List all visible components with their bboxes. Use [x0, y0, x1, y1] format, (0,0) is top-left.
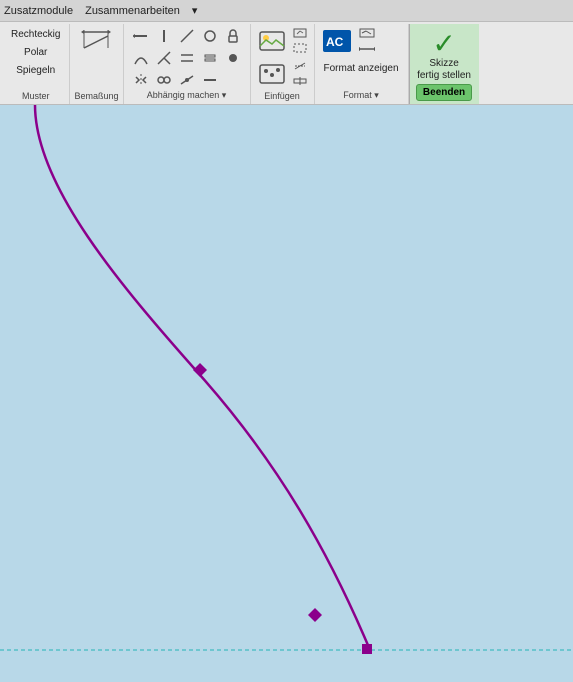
- punkte-extra-icon2: [293, 76, 307, 86]
- tangent-icon: [133, 50, 149, 66]
- bemassung-group: Bemaßung: [70, 24, 123, 104]
- constraint-btn-1[interactable]: [130, 26, 152, 46]
- constraint-btn-9[interactable]: [222, 48, 244, 68]
- skizze-group: ✓ Skizze fertig stellen Beenden: [409, 24, 479, 104]
- constraint-btn-11[interactable]: [199, 70, 221, 90]
- horizontal2-icon: [202, 72, 218, 88]
- nav-zusammenarbeiten[interactable]: Zusammenarbeiten: [85, 5, 180, 17]
- bemassung-label: Bemaßung: [74, 91, 118, 101]
- format-extra-icon1: [359, 28, 375, 38]
- punkte-btn[interactable]: [255, 61, 289, 87]
- rechteckig-btn[interactable]: Rechteckig: [6, 26, 65, 43]
- constraint-btn-4[interactable]: [199, 26, 221, 46]
- format-extra-icon2: [359, 44, 375, 54]
- collinear-icon: [179, 28, 195, 44]
- drawing-canvas: [0, 105, 573, 675]
- punkte-extra1[interactable]: [290, 59, 310, 73]
- acad-icon: AC: [322, 29, 352, 53]
- punkte-icon: [258, 63, 286, 85]
- constraint-btn-sym[interactable]: [130, 70, 152, 90]
- perpendicular-icon: [156, 50, 172, 66]
- skizze-check-icon: ✓: [432, 30, 455, 58]
- bild-extra1[interactable]: [290, 26, 310, 40]
- midpoint-icon: [179, 72, 195, 88]
- nav-zusatzmodule[interactable]: Zusatzmodule: [4, 5, 73, 17]
- einfuegen-label: Einfügen: [264, 91, 300, 101]
- muster-label: Muster: [22, 91, 50, 101]
- einfuegen-group: Einfügen: [251, 24, 315, 104]
- constraint-btn-6[interactable]: [153, 48, 175, 68]
- bemassung-icon: [80, 28, 112, 56]
- abhaengig-label: Abhängig machen ▾: [147, 90, 227, 101]
- nav-arrow[interactable]: ▾: [192, 4, 198, 17]
- constraint-btn-8[interactable]: [199, 48, 221, 68]
- nav-bar: Zusatzmodule Zusammenarbeiten ▾: [0, 0, 573, 22]
- muster-group: Rechteckig Polar Spiegeln Muster: [2, 24, 70, 104]
- bild-icon: [258, 30, 286, 52]
- fix-icon: [225, 50, 241, 66]
- format-extra2[interactable]: [356, 42, 378, 56]
- format-anzeigen-btn[interactable]: Format anzeigen: [319, 60, 404, 77]
- toolbar: Rechteckig Polar Spiegeln Muster: [0, 22, 573, 105]
- svg-text:AC: AC: [326, 35, 344, 49]
- circle-constraint-icon: [202, 28, 218, 44]
- bild-extra-icon2: [293, 43, 307, 53]
- lock-icon: [225, 28, 241, 44]
- acad-btn[interactable]: AC: [319, 27, 355, 55]
- abhaengig-group: Abhängig machen ▾: [124, 24, 251, 104]
- skizze-label: Skizze fertig stellen: [417, 58, 471, 82]
- spiegeln-btn[interactable]: Spiegeln: [6, 62, 65, 79]
- horizontal-icon: [133, 28, 149, 44]
- bemassung-icon-btn[interactable]: [77, 26, 115, 58]
- merge-icon: [156, 72, 172, 88]
- constraint-btn-10[interactable]: [176, 70, 198, 90]
- polar-btn[interactable]: Polar: [6, 44, 65, 61]
- symmetric-icon: [133, 72, 149, 88]
- bild-btn[interactable]: [255, 28, 289, 54]
- bild-extra-icon1: [293, 28, 307, 38]
- vertical-icon: [156, 28, 172, 44]
- constraint-btn-2[interactable]: [153, 26, 175, 46]
- punkte-extra2[interactable]: [290, 74, 310, 88]
- end-point: [362, 644, 372, 654]
- canvas-area: Rechteckig Polar Spiegeln: [0, 105, 573, 675]
- equal-icon: [202, 50, 218, 66]
- format-label: Format ▾: [343, 90, 379, 101]
- constraint-btn-lock[interactable]: [222, 26, 244, 46]
- beenden-btn[interactable]: Beenden: [416, 84, 472, 101]
- format-group: AC: [315, 24, 409, 104]
- constraint-btn-merge[interactable]: [153, 70, 175, 90]
- punkte-extra-icon1: [293, 61, 307, 71]
- constraint-btn-5[interactable]: [130, 48, 152, 68]
- bild-extra2[interactable]: [290, 41, 310, 55]
- constraint-btn-7[interactable]: [176, 48, 198, 68]
- parallel-icon: [179, 50, 195, 66]
- constraint-btn-3[interactable]: [176, 26, 198, 46]
- format-extra1[interactable]: [356, 26, 378, 40]
